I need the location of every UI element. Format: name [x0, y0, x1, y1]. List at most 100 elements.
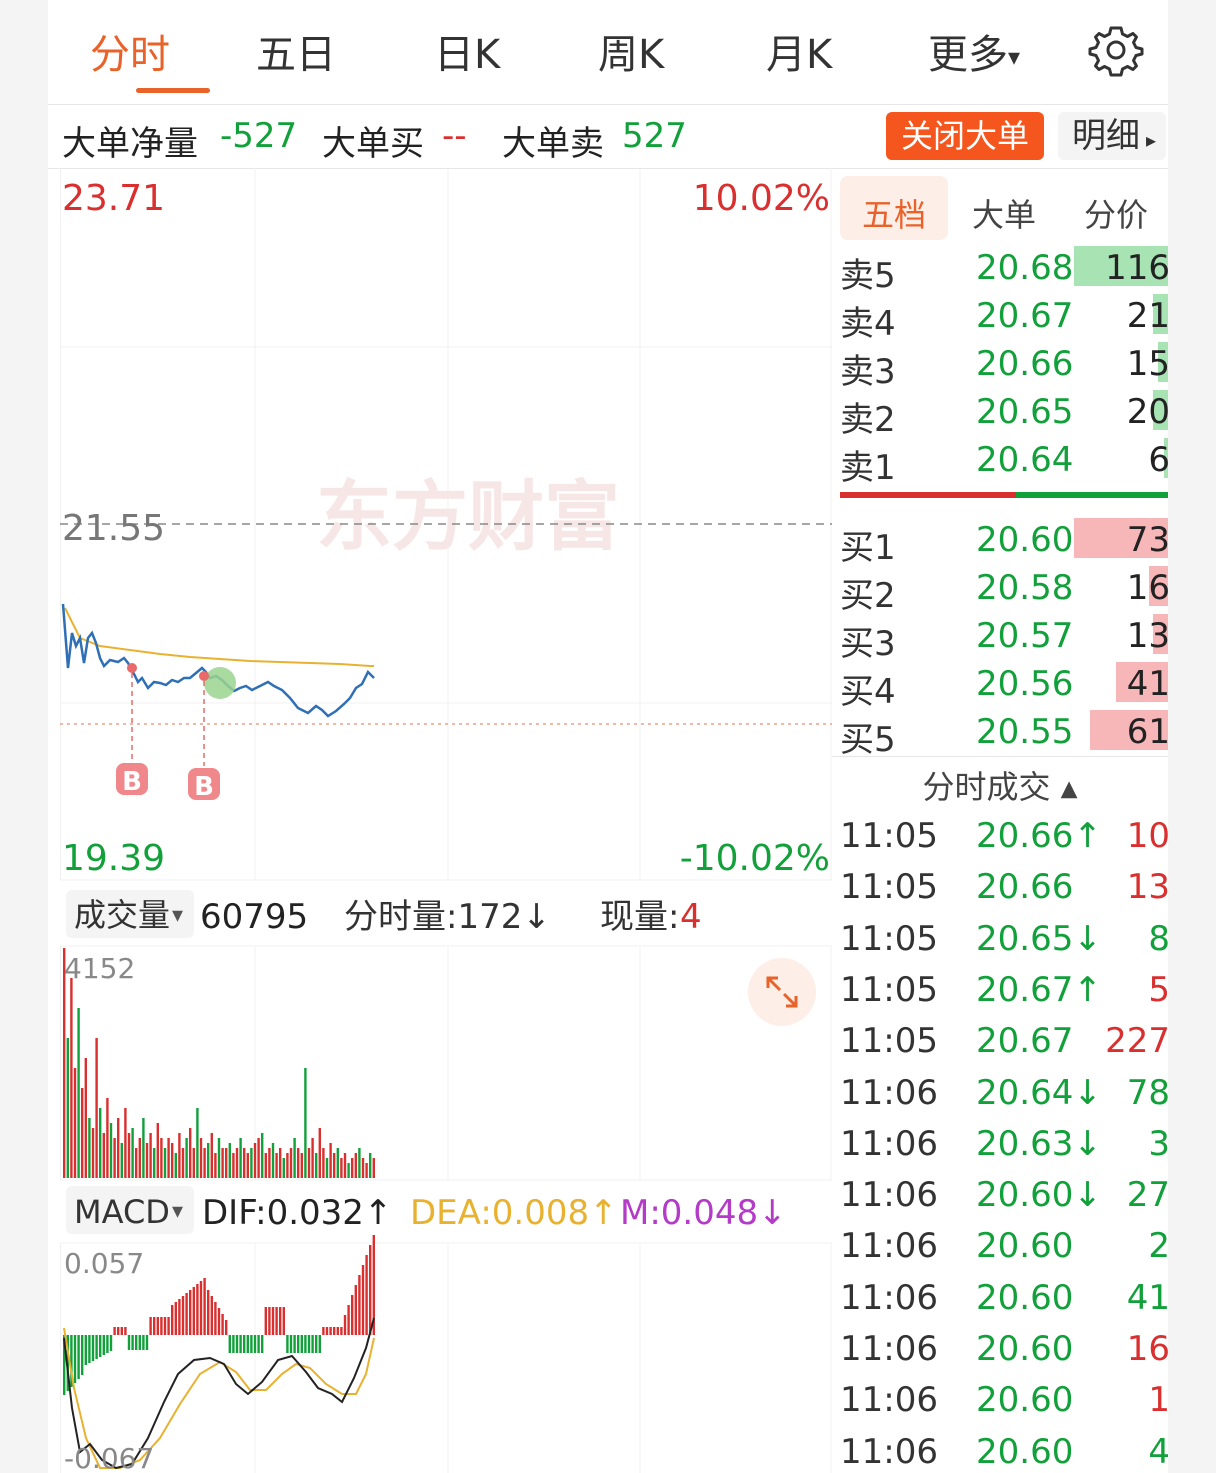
macd-bar — [322, 1327, 325, 1335]
volume-total: 60795 — [200, 897, 308, 937]
macd-bar — [361, 1265, 365, 1335]
tick-time: 11:06 — [840, 1123, 938, 1164]
minute-volume: 分时量:172↓ — [344, 897, 551, 937]
tick-time: 11:06 — [840, 1431, 938, 1472]
level-volume: 6 — [1148, 440, 1168, 480]
bid-level-row[interactable]: 买4 20.56 41 — [840, 658, 1168, 712]
volume-bar — [113, 1138, 116, 1178]
volume-bar — [253, 1143, 257, 1178]
macd-bar — [315, 1335, 318, 1353]
tab-price-distribution[interactable]: 分价 — [1084, 190, 1148, 236]
macd-bar — [318, 1335, 321, 1353]
volume-bar — [243, 1148, 246, 1178]
volume-bar — [203, 1148, 206, 1178]
macd-bar — [113, 1327, 116, 1335]
macd-grid — [60, 1243, 832, 1473]
ask-level-row[interactable]: 卖5 20.68 116 — [840, 242, 1168, 296]
macd-bar — [163, 1317, 167, 1335]
tab-monthly-k[interactable]: 月K — [766, 22, 832, 80]
level-volume: 41 — [1126, 664, 1168, 704]
bottom-percent-label: -10.02% — [680, 838, 830, 879]
right-margin — [1168, 0, 1216, 1473]
macd-bar — [221, 1314, 224, 1335]
ask-level-row[interactable]: 卖1 20.64 6 — [840, 434, 1168, 488]
period-tabs: 分时 五日 日K 周K 月K 更多▾ — [48, 0, 1168, 105]
tick-row: 11:06 20.60 16 — [840, 1329, 1168, 1379]
tick-volume: 41 — [1126, 1277, 1168, 1318]
tab-intraday[interactable]: 分时 — [90, 22, 170, 80]
tab-daily-k[interactable]: 日K — [434, 22, 500, 80]
volume-bar — [73, 1068, 77, 1178]
detail-button[interactable]: 明细 ▸ — [1058, 112, 1166, 160]
tick-volume: 16 — [1126, 1329, 1168, 1369]
tick-time: 11:06 — [840, 1072, 938, 1113]
left-margin — [0, 0, 48, 1473]
macd-bar — [196, 1284, 199, 1335]
volume-bar — [189, 1128, 192, 1178]
net-volume-value: -527 — [220, 116, 298, 156]
volume-bar — [156, 1123, 159, 1178]
tick-price: 20.66↑ — [976, 816, 1102, 856]
macd-bar — [243, 1335, 246, 1353]
tab-more[interactable]: 更多▾ — [928, 22, 1020, 80]
tick-time: 11:06 — [840, 1329, 938, 1369]
macd-bar — [311, 1335, 314, 1353]
macd-bar — [300, 1335, 303, 1353]
level-volume: 13 — [1126, 616, 1168, 656]
tab-five-day[interactable]: 五日 — [256, 22, 336, 80]
bottom-price-label: 19.39 — [62, 838, 165, 879]
tab-big-order[interactable]: 大单 — [972, 190, 1036, 236]
buy-markers: B B — [116, 663, 236, 802]
expand-button[interactable] — [748, 958, 816, 1026]
ask-level-row[interactable]: 卖4 20.67 21 — [840, 290, 1168, 344]
volume-bar — [149, 1133, 152, 1178]
tab-weekly-k[interactable]: 周K — [598, 22, 664, 80]
macd-bar — [106, 1335, 109, 1353]
tick-row: 11:05 20.67↑ 5 — [840, 970, 1168, 1020]
bid-level-row[interactable]: 买2 20.58 16 — [840, 562, 1168, 616]
bid-level-row[interactable]: 买3 20.57 13 — [840, 610, 1168, 664]
ticks-title: 分时成交 — [922, 768, 1051, 806]
volume-bar — [77, 1008, 80, 1178]
macd-bar — [340, 1327, 343, 1335]
buy-point-dot — [199, 671, 209, 681]
macd-bar — [135, 1335, 138, 1350]
level-price: 20.68 — [976, 248, 1074, 288]
tick-time: 11:05 — [840, 918, 938, 959]
volume-bar — [322, 1148, 325, 1178]
macd-bar — [347, 1305, 350, 1335]
volume-bar — [307, 1148, 311, 1178]
macd-bar — [275, 1307, 278, 1335]
bid-level-row[interactable]: 买5 20.55 61 — [840, 706, 1168, 760]
tick-row: 11:06 20.60 41 — [840, 1278, 1168, 1328]
tick-price: 20.60 — [976, 1329, 1074, 1369]
macd-bar — [358, 1275, 361, 1335]
tab-five-levels[interactable]: 五档 — [862, 190, 926, 236]
macd-bar — [203, 1278, 206, 1335]
volume-bar — [70, 978, 73, 1178]
tick-volume: 2 — [1148, 1226, 1168, 1267]
volume-bar — [225, 1148, 228, 1178]
volume-bar — [214, 1153, 217, 1178]
tick-price: 20.60 — [976, 1277, 1074, 1318]
volume-bar — [163, 1148, 167, 1178]
macd-bar — [81, 1335, 84, 1375]
macd-bar — [354, 1285, 357, 1335]
chevron-down-icon: ▾ — [172, 903, 183, 928]
macd-bar — [307, 1335, 311, 1353]
tick-price: 20.60 — [976, 1226, 1074, 1267]
volume-bar — [340, 1158, 343, 1178]
level-price: 20.56 — [976, 664, 1074, 704]
ticks-header[interactable]: 分时成交 ▲ — [832, 762, 1168, 808]
ask-level-row[interactable]: 卖2 20.65 20 — [840, 386, 1168, 440]
ask-level-row[interactable]: 卖3 20.66 15 — [840, 338, 1168, 392]
gear-icon[interactable] — [1088, 22, 1144, 78]
intraday-chart-svg[interactable]: 东方财富 B B 23.71 10.02% 21.55 19.39 -10.02… — [60, 168, 832, 1473]
macd-bar — [325, 1327, 329, 1335]
macd-bar — [279, 1307, 282, 1335]
volume-bar — [207, 1143, 210, 1178]
bid-level-row[interactable]: 买1 20.60 73 — [840, 514, 1168, 568]
close-big-order-button[interactable]: 关闭大单 — [886, 112, 1044, 160]
top-price-label: 23.71 — [62, 178, 165, 219]
tick-volume: 227 — [1105, 1021, 1168, 1062]
